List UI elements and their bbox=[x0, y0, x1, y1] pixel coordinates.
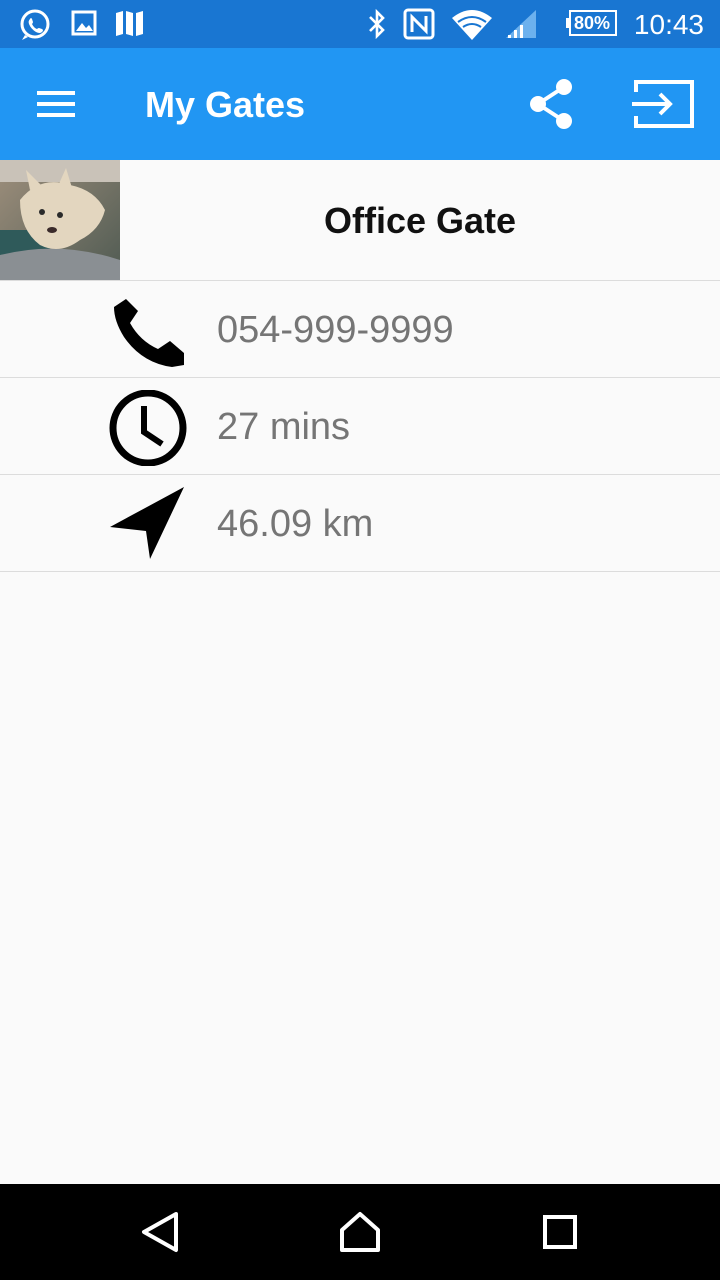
navigation-icon bbox=[110, 487, 184, 559]
app-bar: My Gates bbox=[0, 48, 720, 160]
phone-row[interactable]: 054-999-9999 bbox=[0, 281, 720, 378]
distance: 46.09 km bbox=[217, 503, 374, 545]
gate-photo bbox=[0, 160, 120, 280]
menu-icon[interactable] bbox=[28, 82, 84, 126]
phone-number: 054-999-9999 bbox=[217, 309, 454, 351]
distance-row: 46.09 km bbox=[0, 475, 720, 572]
gate-header[interactable]: Office Gate bbox=[0, 160, 720, 281]
wifi-icon bbox=[452, 10, 492, 40]
battery-level: 80% bbox=[573, 13, 611, 33]
status-bar: 80% 10:43 bbox=[0, 0, 720, 48]
whatsapp-icon bbox=[20, 9, 50, 40]
page-title: My Gates bbox=[145, 84, 306, 125]
nfc-icon bbox=[403, 8, 435, 40]
clock-icon bbox=[109, 390, 187, 466]
bluetooth-icon bbox=[369, 8, 385, 40]
system-nav-bar bbox=[0, 1184, 720, 1280]
phone-icon bbox=[114, 299, 184, 367]
wallet-icon bbox=[116, 11, 143, 36]
home-icon[interactable] bbox=[330, 1202, 390, 1262]
back-icon[interactable] bbox=[130, 1202, 190, 1262]
status-time: 10:43 bbox=[633, 9, 704, 40]
gallery-icon bbox=[71, 10, 97, 36]
gate-name: Office Gate bbox=[323, 200, 517, 241]
signal-icon bbox=[506, 10, 536, 38]
recents-icon[interactable] bbox=[530, 1202, 590, 1262]
duration-row: 27 mins bbox=[0, 378, 720, 475]
travel-time: 27 mins bbox=[217, 406, 351, 448]
share-icon[interactable] bbox=[524, 76, 580, 132]
logout-icon[interactable] bbox=[630, 76, 696, 132]
